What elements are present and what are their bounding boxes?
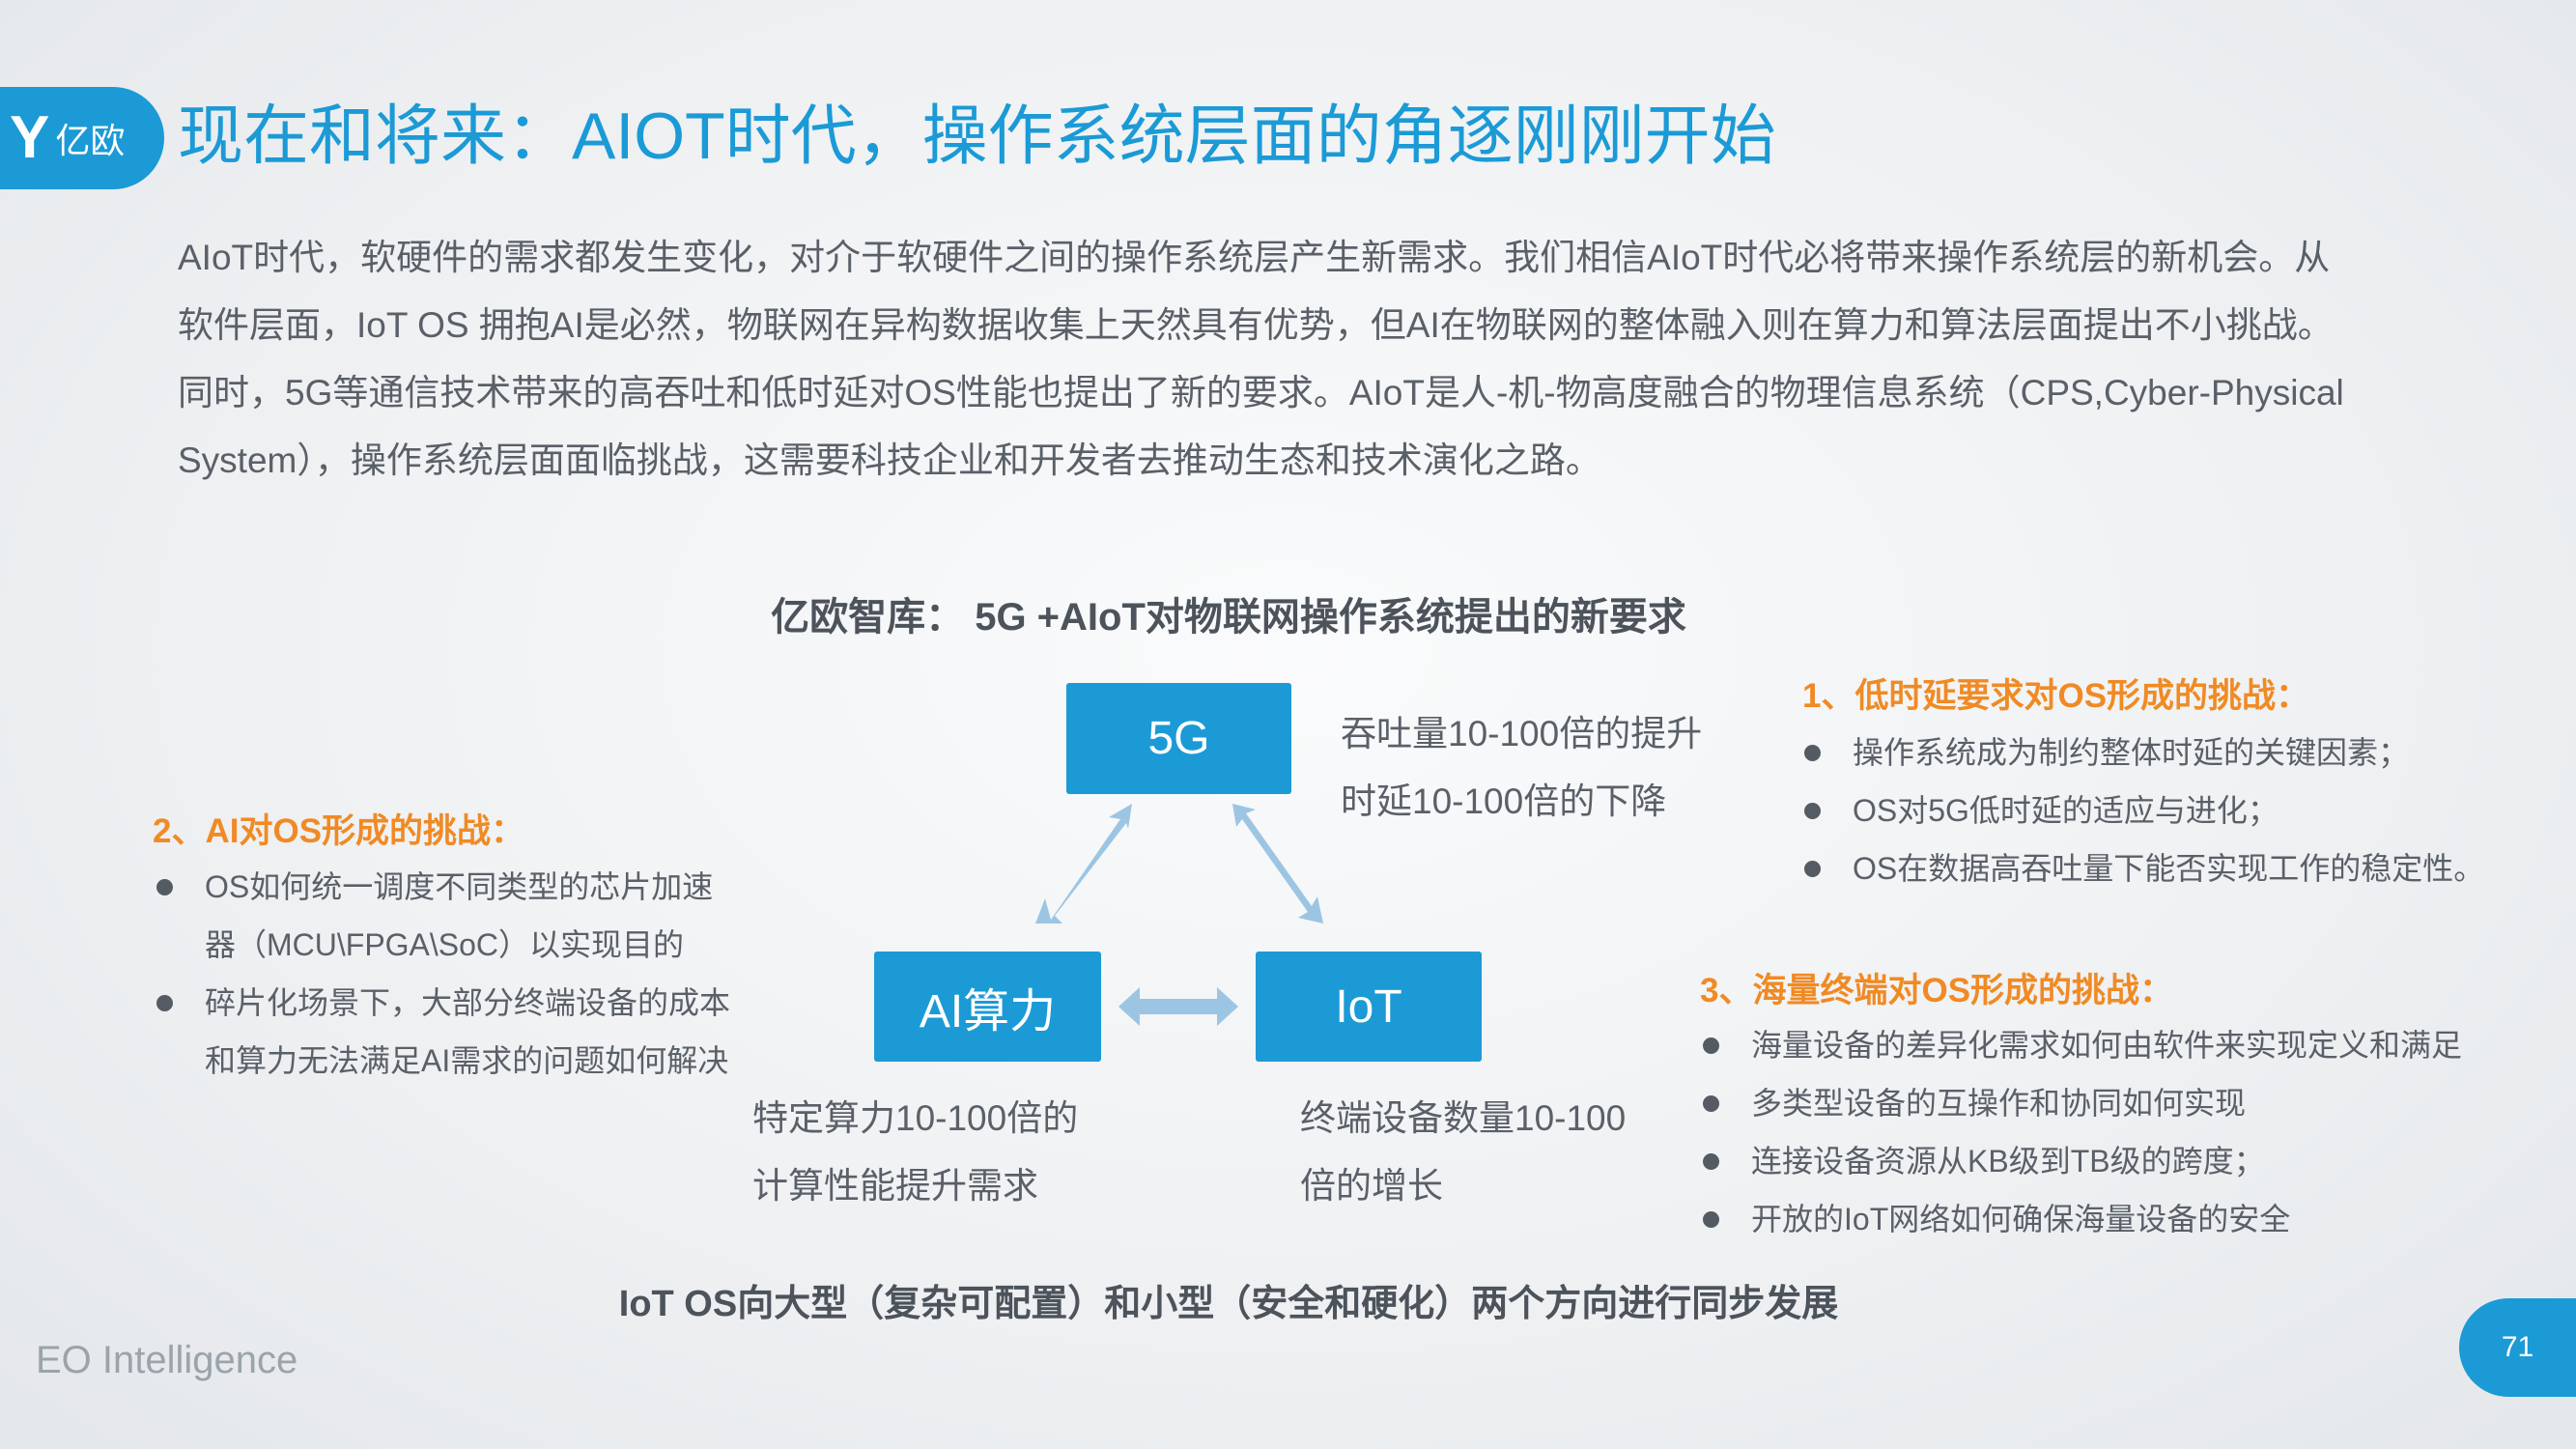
node-ai-compute: AI算力	[874, 952, 1101, 1062]
node-iot: IoT	[1256, 952, 1482, 1062]
list-item: 操作系统成为制约整体时延的关键因素；	[1804, 724, 2484, 781]
list-item: 多类型设备的互操作和协同如何实现	[1703, 1074, 2462, 1132]
ai-description: 特定算力10-100倍的 计算性能提升需求	[752, 1085, 1078, 1220]
iot-description: 终端设备数量10-100 倍的增长	[1300, 1085, 1626, 1220]
bullet-icon	[1804, 803, 1821, 819]
node-5g: 5G	[1066, 683, 1291, 794]
list-item: OS如何统一调度不同类型的芯片加速 器（MCU\FPGA\SoC）以实现目的	[156, 858, 730, 974]
list-item-text: OS在数据高吞吐量下能否实现工作的稳定性。	[1853, 851, 2485, 886]
list-item-text: OS如何统一调度不同类型的芯片加速	[205, 869, 714, 904]
arrow-ai-iot	[1118, 987, 1238, 1026]
list-item-text: 连接设备资源从KB级到TB级的跨度；	[1751, 1144, 2265, 1179]
bullet-icon	[1703, 1037, 1719, 1054]
section-3-list: 海量设备的差异化需求如何由软件来实现定义和满足 多类型设备的互操作和协同如何实现…	[1703, 1016, 2462, 1248]
desc-line: 时延10-100倍的下降	[1341, 781, 1667, 821]
section-1-list: 操作系统成为制约整体时延的关键因素； OS对5G低时延的适应与进化； OS在数据…	[1804, 724, 2484, 897]
desc-line: 特定算力10-100倍的	[752, 1098, 1079, 1138]
bullet-icon	[1804, 745, 1821, 761]
section-2-list: OS如何统一调度不同类型的芯片加速 器（MCU\FPGA\SoC）以实现目的 碎片…	[156, 858, 730, 1090]
footer-brand: EO Intelligence	[36, 1339, 298, 1381]
section-1-heading: 1、低时延要求对OS形成的挑战：	[1802, 677, 2310, 715]
bullet-icon	[156, 879, 173, 895]
list-item-text: 操作系统成为制约整体时延的关键因素；	[1853, 735, 2410, 770]
arrow-5g-ai	[1035, 804, 1132, 923]
list-item: 开放的IoT网络如何确保海量设备的安全	[1703, 1190, 2462, 1248]
list-item-text: 多类型设备的互操作和协同如何实现	[1751, 1086, 2247, 1121]
bullet-icon	[1804, 861, 1821, 877]
desc-line: 终端设备数量10-100	[1300, 1098, 1627, 1138]
bullet-icon	[1703, 1153, 1719, 1170]
bullet-icon	[156, 995, 173, 1011]
list-item: OS对5G低时延的适应与进化；	[1804, 781, 2484, 839]
desc-line: 计算性能提升需求	[752, 1166, 1038, 1206]
list-item-text: 海量设备的差异化需求如何由软件来实现定义和满足	[1751, 1028, 2463, 1063]
list-item: 碎片化场景下，大部分终端设备的成本 和算力无法满足AI需求的问题如何解决	[156, 974, 730, 1090]
page-number: 71	[2459, 1298, 2576, 1397]
bullet-icon	[1703, 1211, 1719, 1228]
list-item-text: OS对5G低时延的适应与进化；	[1853, 793, 2279, 828]
desc-line: 倍的增长	[1300, 1166, 1443, 1206]
section-3-heading: 3、海量终端对OS形成的挑战：	[1700, 972, 2174, 1009]
list-item-text: 开放的IoT网络如何确保海量设备的安全	[1751, 1202, 2291, 1236]
list-item-text: 和算力无法满足AI需求的问题如何解决	[205, 1043, 729, 1078]
list-item: 海量设备的差异化需求如何由软件来实现定义和满足	[1703, 1016, 2462, 1074]
list-item-text: 器（MCU\FPGA\SoC）以实现目的	[205, 927, 685, 962]
list-item-text: 碎片化场景下，大部分终端设备的成本	[205, 985, 731, 1020]
desc-line: 吞吐量10-100倍的提升	[1341, 714, 1703, 753]
list-item: 连接设备资源从KB级到TB级的跨度；	[1703, 1132, 2462, 1190]
section-2-heading: 2、AI对OS形成的挑战：	[153, 812, 525, 850]
bullet-icon	[1703, 1095, 1719, 1112]
fiveg-description: 吞吐量10-100倍的提升 时延10-100倍的下降	[1341, 700, 1702, 836]
arrow-5g-iot	[1232, 804, 1323, 923]
conclusion: IoT OS向大型（复杂可配置）和小型（安全和硬化）两个方向进行同步发展	[618, 1284, 1839, 1324]
list-item: OS在数据高吞吐量下能否实现工作的稳定性。	[1804, 839, 2484, 897]
